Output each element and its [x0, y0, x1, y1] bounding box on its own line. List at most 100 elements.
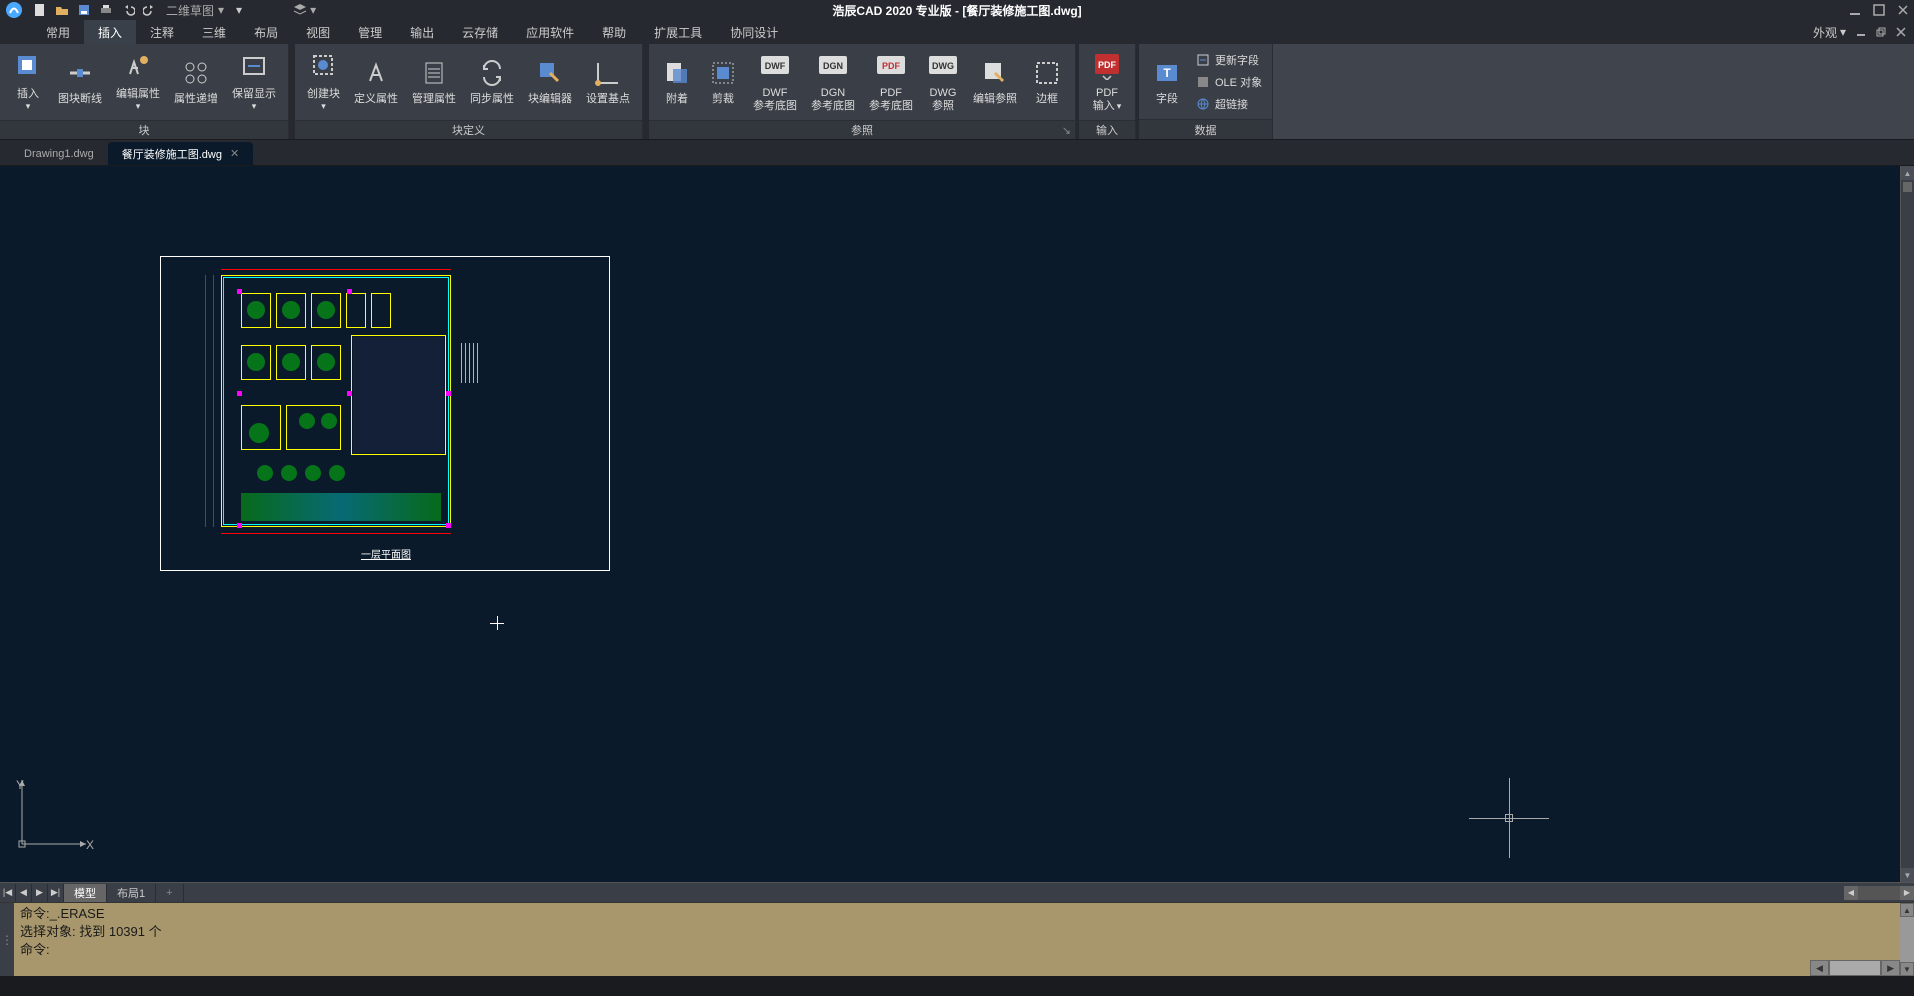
undo-icon[interactable] — [120, 2, 136, 18]
cmd-horizontal-scrollbar[interactable]: ◀ ▶ — [1810, 960, 1900, 976]
retain-display-button[interactable]: 保留显示▾ — [226, 48, 282, 116]
attach-button[interactable]: 附着 — [655, 55, 699, 108]
ribbon-tabs: 常用 插入 注释 三维 布局 视图 管理 输出 云存储 应用软件 帮助 扩展工具… — [0, 20, 1914, 44]
doc-tab-restaurant[interactable]: 餐厅装修施工图.dwg ✕ — [108, 142, 253, 165]
layer-dropdown-icon[interactable] — [292, 2, 308, 18]
layout-tab-layout1[interactable]: 布局1 — [107, 884, 156, 902]
ucs-x-label: X — [86, 838, 94, 852]
edit-attr-button[interactable]: 编辑属性▾ — [110, 48, 166, 116]
block-break-icon — [64, 57, 96, 89]
dwg-ref-button[interactable]: DWG DWG参照 — [921, 48, 965, 116]
qat-overflow-icon[interactable]: ▾ — [236, 3, 242, 17]
tab-manage[interactable]: 管理 — [344, 20, 396, 44]
chevron-down-icon[interactable]: ▾ — [310, 3, 316, 17]
cmd-vertical-scrollbar[interactable]: ▲ ▼ — [1900, 903, 1914, 976]
tab-help[interactable]: 帮助 — [588, 20, 640, 44]
app-logo-icon[interactable] — [4, 0, 24, 20]
panel-launcher-icon[interactable]: ↘ — [1062, 124, 1071, 137]
doc-close-icon[interactable] — [1894, 25, 1908, 39]
doc-minimize-icon[interactable] — [1854, 25, 1868, 39]
workspace-dropdown[interactable]: 二维草图 ▾ — [166, 2, 224, 19]
tab-common[interactable]: 常用 — [32, 20, 84, 44]
cmd-scroll-down-icon[interactable]: ▼ — [1900, 962, 1914, 976]
sync-attr-button[interactable]: 同步属性 — [464, 55, 520, 108]
pdf-import-button[interactable]: PDF PDF输入▾ — [1085, 48, 1129, 116]
tab-3d[interactable]: 三维 — [188, 20, 240, 44]
layout-tab-add[interactable]: + — [156, 884, 183, 902]
document-tabs: Drawing1.dwg 餐厅装修施工图.dwg ✕ — [0, 140, 1914, 166]
nav-next-icon[interactable]: ▶ — [32, 884, 48, 902]
ole-object-button[interactable]: OLE 对象 — [1191, 72, 1266, 92]
horizontal-scrollbar[interactable]: ◀ ▶ — [1844, 886, 1914, 900]
tab-view[interactable]: 视图 — [292, 20, 344, 44]
block-editor-button[interactable]: 块编辑器 — [522, 55, 578, 108]
scroll-down-icon[interactable]: ▼ — [1901, 868, 1914, 882]
tab-output[interactable]: 输出 — [396, 20, 448, 44]
layout-tab-model[interactable]: 模型 — [64, 884, 107, 902]
crosshair-cursor — [1469, 778, 1549, 858]
drawing-title: 一层平面图 — [361, 546, 411, 561]
clip-icon — [707, 57, 739, 89]
cmd-hscroll-left-icon[interactable]: ◀ — [1810, 960, 1829, 976]
maximize-icon[interactable] — [1872, 3, 1886, 17]
define-attr-button[interactable]: 定义属性 — [348, 55, 404, 108]
tab-layout[interactable]: 布局 — [240, 20, 292, 44]
dgn-underlay-button[interactable]: DGN DGN参考底图 — [805, 48, 861, 116]
dwg-icon: DWG — [927, 50, 959, 82]
hscroll-left-icon[interactable]: ◀ — [1844, 886, 1858, 900]
create-block-button[interactable]: 创建块▾ — [301, 48, 346, 116]
tab-cloud[interactable]: 云存储 — [448, 20, 512, 44]
save-icon[interactable] — [76, 2, 92, 18]
scroll-up-icon[interactable]: ▲ — [1901, 166, 1914, 180]
doc-restore-icon[interactable] — [1874, 25, 1888, 39]
open-icon[interactable] — [54, 2, 70, 18]
tab-extend[interactable]: 扩展工具 — [640, 20, 716, 44]
skin-dropdown[interactable]: 外观 ▾ — [1813, 24, 1846, 41]
close-icon[interactable] — [1896, 3, 1910, 17]
ribbon: 插入▾ 图块断线 编辑属性▾ 属性递增 保留显示▾ 块 — [0, 44, 1914, 140]
doc-tab-drawing1[interactable]: Drawing1.dwg — [10, 142, 108, 165]
tab-close-icon[interactable]: ✕ — [230, 147, 239, 160]
nav-last-icon[interactable]: ▶| — [48, 884, 64, 902]
print-icon[interactable] — [98, 2, 114, 18]
tab-collab[interactable]: 协同设计 — [716, 20, 792, 44]
cmd-scroll-up-icon[interactable]: ▲ — [1900, 903, 1914, 917]
update-field-button[interactable]: 更新字段 — [1191, 50, 1266, 70]
layout-tab-nav: |◀ ◀ ▶ ▶| — [0, 884, 64, 902]
dwf-underlay-button[interactable]: DWF DWF参考底图 — [747, 48, 803, 116]
hyperlink-button[interactable]: 超链接 — [1191, 94, 1266, 114]
attr-increment-button[interactable]: 属性递增 — [168, 55, 224, 108]
vertical-scrollbar[interactable]: ▲ ▼ — [1900, 166, 1914, 882]
clip-button[interactable]: 剪裁 — [701, 55, 745, 108]
cmd-hscroll-right-icon[interactable]: ▶ — [1881, 960, 1900, 976]
redo-icon[interactable] — [142, 2, 158, 18]
chevron-down-icon: ▾ — [1117, 101, 1122, 112]
tab-annotate[interactable]: 注释 — [136, 20, 188, 44]
minimize-icon[interactable] — [1848, 3, 1862, 17]
chevron-down-icon: ▾ — [1840, 25, 1846, 39]
pdf-underlay-button[interactable]: PDF PDF参考底图 — [863, 48, 919, 116]
cmdwin-grip-icon[interactable]: ⋮ — [0, 903, 14, 976]
ribbon-panel-blockdef: 创建块▾ 定义属性 管理属性 同步属性 块编辑器 设置基点 — [295, 44, 643, 139]
tab-insert[interactable]: 插入 — [84, 20, 136, 44]
panel-label-data: 数据 — [1195, 122, 1217, 138]
pdf-import-icon: PDF — [1091, 50, 1123, 82]
panel-label-blockdef: 块定义 — [452, 122, 485, 138]
block-break-button[interactable]: 图块断线 — [52, 55, 108, 108]
set-basepoint-button[interactable]: 设置基点 — [580, 55, 636, 108]
scroll-thumb[interactable] — [1903, 182, 1912, 192]
manage-attr-button[interactable]: 管理属性 — [406, 55, 462, 108]
edit-ref-button[interactable]: 编辑参照 — [967, 55, 1023, 108]
panel-label-block: 块 — [139, 122, 150, 138]
nav-first-icon[interactable]: |◀ — [0, 884, 16, 902]
drawing-canvas[interactable]: 一层平面图 X Y ▲ ▼ — [0, 166, 1914, 882]
retain-display-icon — [238, 50, 270, 82]
hscroll-right-icon[interactable]: ▶ — [1900, 886, 1914, 900]
command-window[interactable]: ⋮ 命令:_.ERASE 选择对象: 找到 10391 个 命令: ▲ ▼ ◀ … — [0, 902, 1914, 976]
new-icon[interactable] — [32, 2, 48, 18]
field-button[interactable]: T 字段 — [1145, 55, 1189, 108]
frame-button[interactable]: 边框 — [1025, 55, 1069, 108]
nav-prev-icon[interactable]: ◀ — [16, 884, 32, 902]
insert-block-button[interactable]: 插入▾ — [6, 48, 50, 116]
tab-apps[interactable]: 应用软件 — [512, 20, 588, 44]
